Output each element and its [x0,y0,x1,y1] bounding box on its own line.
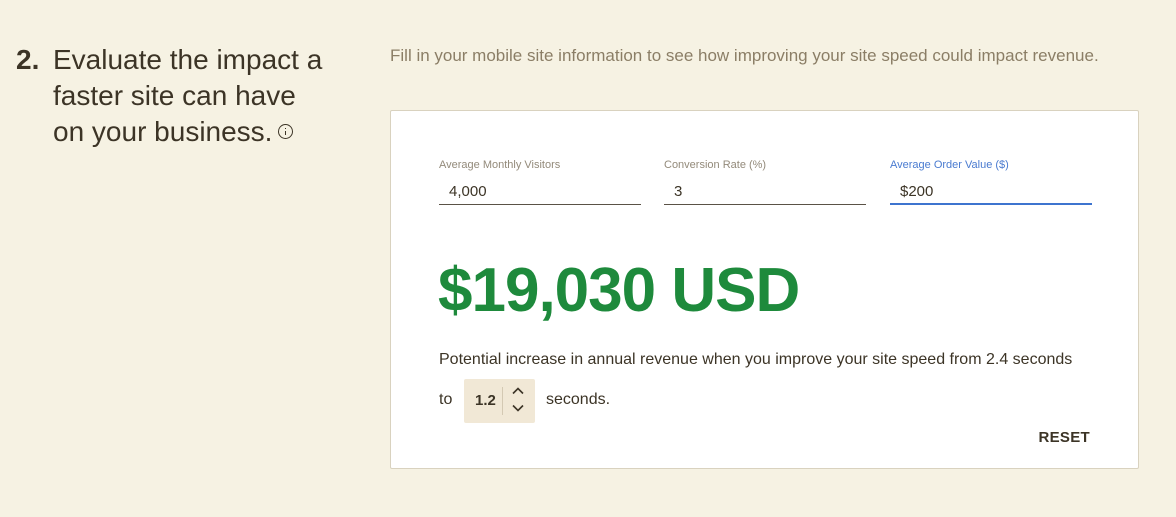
conversion-rate-field: Conversion Rate (%) [664,157,866,207]
target-speed-stepper[interactable]: 1.2 [464,379,535,423]
reset-button[interactable]: RESET [1038,429,1090,446]
conversion-rate-input[interactable] [664,179,866,205]
seconds-label: seconds. [546,391,611,408]
order-value-input[interactable] [890,179,1092,205]
monthly-visitors-field: Average Monthly Visitors [439,157,641,207]
monthly-visitors-input[interactable] [439,179,641,205]
info-icon[interactable] [278,124,294,139]
intro-text: Fill in your mobile site information to … [390,46,1099,65]
monthly-visitors-label: Average Monthly Visitors [439,159,561,171]
step-title: Evaluate the impact a faster site can ha… [53,42,323,150]
order-value-label: Average Order Value ($) [890,159,1009,171]
revenue-result-description: Potential increase in annual revenue whe… [439,351,1073,368]
conversion-rate-label: Conversion Rate (%) [664,159,767,171]
chevron-down-icon[interactable] [507,402,529,418]
revenue-calculator-card: Average Monthly Visitors Conversion Rate… [390,110,1139,469]
revenue-result-amount: $19,030 USD [438,256,800,325]
stepper-divider [502,387,503,415]
to-label: to [439,391,453,408]
order-value-field: Average Order Value ($) [890,157,1092,207]
chevron-up-icon[interactable] [507,385,529,401]
step-number: 2. [16,44,40,75]
target-speed-value: 1.2 [475,392,496,409]
